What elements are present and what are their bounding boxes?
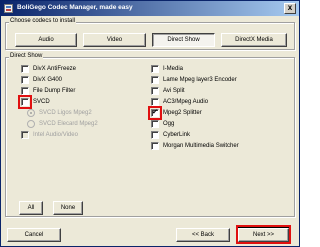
checkbox-box[interactable] [21, 87, 29, 95]
radio-circle[interactable] [27, 109, 35, 117]
checkbox-box[interactable] [21, 131, 29, 139]
window-title: BoliGego Codec Manager, made easy [17, 4, 133, 11]
checkbox-box[interactable] [151, 65, 159, 73]
next-button-highlight [236, 225, 291, 244]
checkbox-box[interactable] [151, 142, 159, 150]
checkbox-label: Mpeg2 Splitter [163, 110, 202, 116]
checkbox-box[interactable] [21, 76, 29, 84]
codec-manager-window: BoliGego Codec Manager, made easy x Choo… [0, 0, 300, 247]
checkbox-label: Intel Audio/Video [33, 132, 78, 138]
checkbox-box[interactable] [21, 65, 29, 73]
tab-audio[interactable]: Audio [15, 33, 77, 47]
radio-label: SVCD Ligos Mpeg2 [39, 110, 92, 116]
cancel-button[interactable]: Cancel [7, 228, 61, 242]
choose-codecs-label: Choose codecs to install [9, 18, 77, 24]
checkbox-label: File Dump Filter [33, 88, 76, 94]
checkbox-label: DivX AntiFreeze [33, 66, 77, 72]
checkbox-label: Lame Mpeg layer3 Encoder [163, 77, 237, 83]
checkbox-label: Morgan Multimedia Switcher [163, 143, 239, 149]
direct-show-label: Direct Show [9, 53, 44, 59]
checkbox-box[interactable] [151, 120, 159, 128]
checkbox-label: Ogg [163, 121, 175, 127]
checkbox-label: DivX G400 [33, 77, 63, 83]
select-none-button[interactable]: None [53, 201, 83, 215]
checkbox-label: SVCD [33, 99, 50, 105]
close-button[interactable]: x [284, 3, 296, 14]
radio-label: SVCD Elecard Mpeg2 [39, 121, 98, 127]
checkbox-label: CyberLink [163, 132, 191, 138]
app-icon [4, 4, 13, 13]
checkbox-box[interactable] [151, 131, 159, 139]
tab-directx-media[interactable]: DirectX Media [221, 33, 287, 47]
tab-video[interactable]: Video [83, 33, 146, 47]
checkbox-label: Avi Split [163, 88, 185, 94]
checkbox-box[interactable] [148, 106, 162, 120]
checkbox-label: AC3/Mpeg Audio [163, 99, 209, 105]
checkbox-box[interactable] [151, 76, 159, 84]
checkbox-box[interactable] [18, 95, 32, 109]
checkbox-box[interactable] [151, 98, 159, 106]
radio-circle[interactable] [27, 120, 35, 128]
checkbox-label: I-Media [163, 66, 184, 72]
back-button[interactable]: << Back [176, 228, 230, 242]
select-all-button[interactable]: All [19, 201, 43, 215]
tab-direct-show[interactable]: Direct Show [152, 33, 215, 47]
checkbox-box[interactable] [151, 87, 159, 95]
title-bar[interactable]: BoliGego Codec Manager, made easy x [1, 1, 299, 16]
